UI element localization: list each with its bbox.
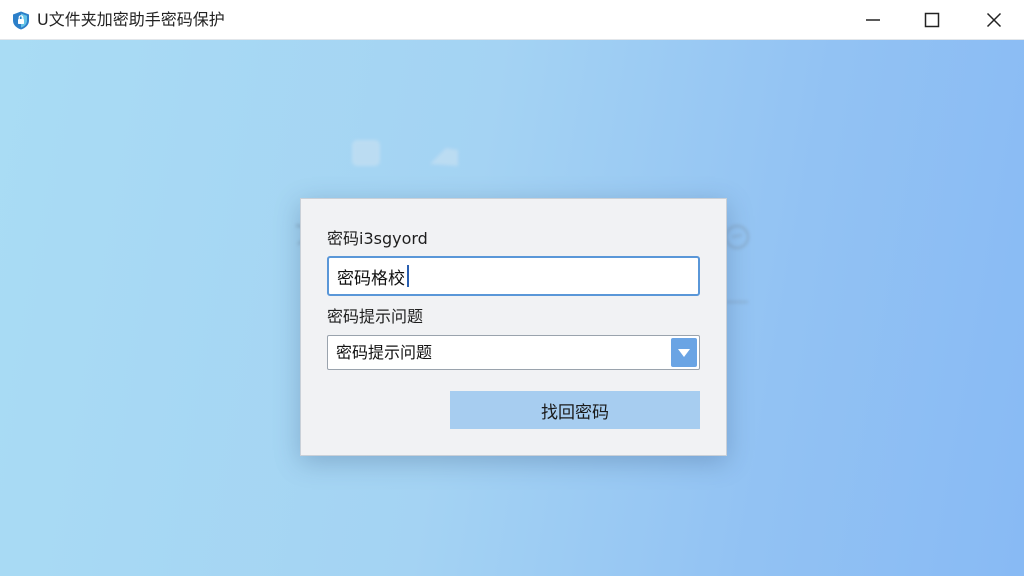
text-caret xyxy=(407,265,409,287)
password-input[interactable]: 密码格校 xyxy=(327,256,700,296)
main-background: 密码i3sgyord 密码格校 密码提示问题 密码提示问题 找回密码 xyxy=(0,40,1024,576)
close-icon xyxy=(986,12,1002,28)
title-bar[interactable]: U文件夹加密助手密码保护 xyxy=(0,0,1024,40)
background-folder-icon xyxy=(352,140,380,166)
password-input-value: 密码格校 xyxy=(337,268,405,289)
dropdown-button[interactable] xyxy=(671,338,697,367)
password-label: 密码i3sgyord xyxy=(327,229,428,248)
window-title: U文件夹加密助手密码保护 xyxy=(37,10,225,29)
close-button[interactable] xyxy=(963,0,1024,40)
question-selected-value: 密码提示问题 xyxy=(336,343,433,362)
minimize-button[interactable] xyxy=(842,0,904,40)
shield-lock-icon xyxy=(13,11,29,30)
recover-password-button[interactable]: 找回密码 xyxy=(450,391,700,429)
maximize-icon xyxy=(924,12,940,28)
maximize-button[interactable] xyxy=(901,0,963,40)
background-line-mark xyxy=(726,301,748,303)
password-recovery-dialog: 密码i3sgyord 密码格校 密码提示问题 密码提示问题 找回密码 xyxy=(300,198,727,456)
minimize-icon xyxy=(866,19,880,21)
question-label: 密码提示问题 xyxy=(327,307,424,326)
chevron-down-icon xyxy=(678,348,690,357)
background-lock-icon xyxy=(430,148,458,166)
app-window: U文件夹加密助手密码保护 密码i3sgyord 密码格校 密码提示问题 密码提示… xyxy=(0,0,1024,576)
question-select[interactable]: 密码提示问题 xyxy=(327,335,700,370)
